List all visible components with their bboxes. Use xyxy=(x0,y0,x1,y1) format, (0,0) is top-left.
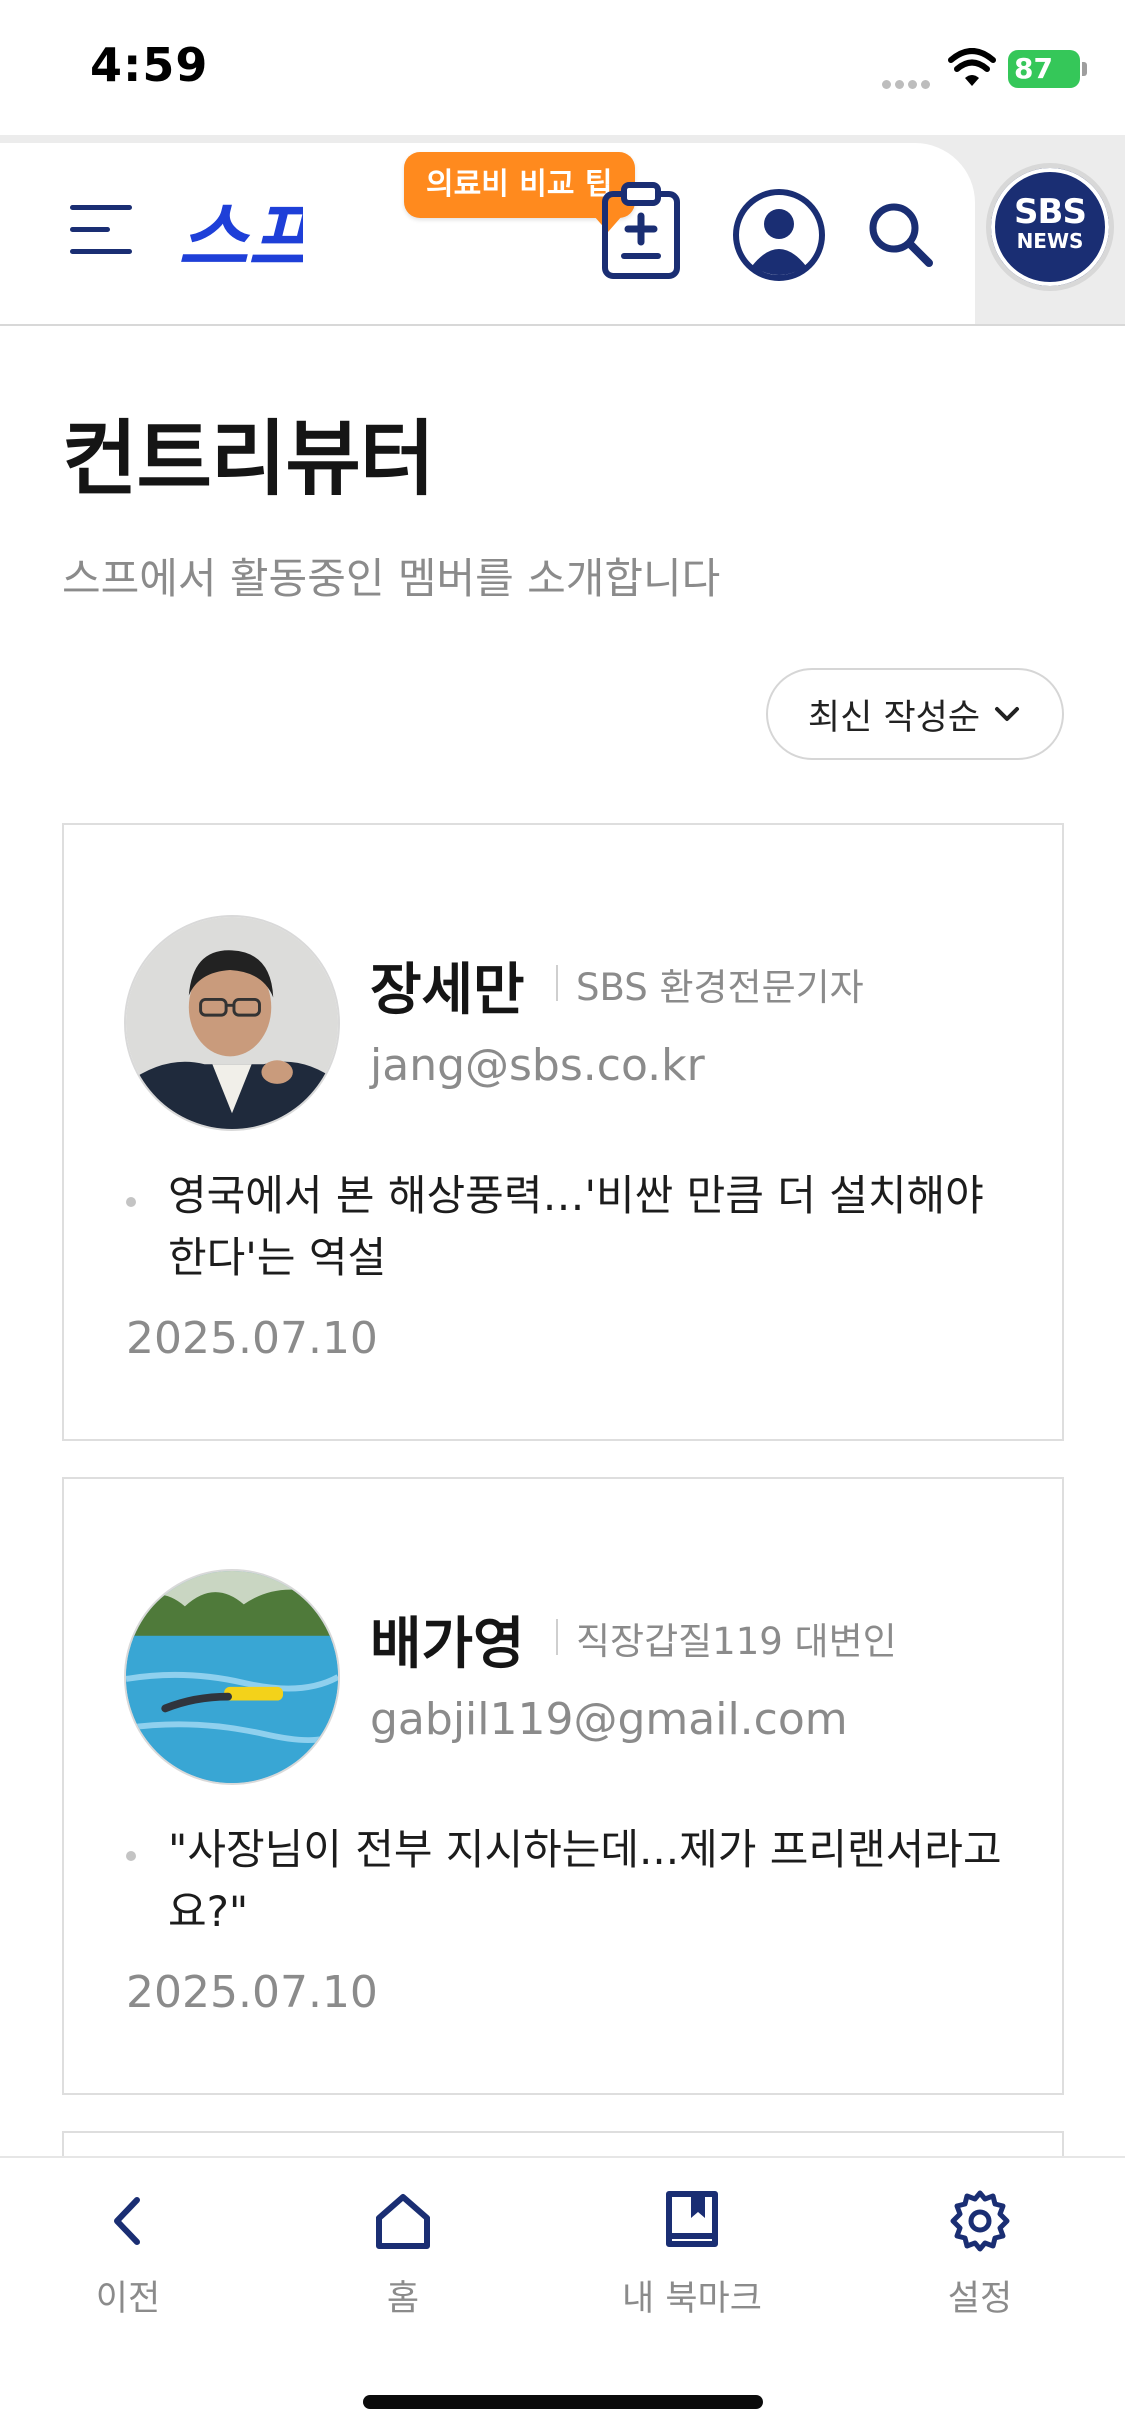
sbs-badge-subtitle: NEWS xyxy=(1016,229,1084,253)
bottom-navigation: 이전 홈 내 북마크 설정 xyxy=(0,2156,1125,2436)
chevron-left-icon xyxy=(114,2197,140,2245)
page-title: 컨트리뷰터 xyxy=(62,412,435,507)
clipboard-plus-icon[interactable] xyxy=(600,180,682,280)
article-link[interactable]: "사장님이 전부 지시하는데...제가 프리랜서라고요?" xyxy=(168,1819,1028,1943)
list-bullet xyxy=(126,1851,136,1861)
menu-icon[interactable] xyxy=(70,205,132,257)
nav-bookmark-label: 내 북마크 xyxy=(622,2279,762,2319)
wifi-icon xyxy=(948,48,996,86)
author-email: gabjil119@gmail.com xyxy=(370,1694,848,1745)
avatar xyxy=(124,915,340,1131)
author-name: 배가영 xyxy=(370,1612,525,1677)
page-subtitle: 스프에서 활동중인 멤버를 소개합니다 xyxy=(62,554,721,603)
profile-icon[interactable] xyxy=(732,188,826,282)
chevron-down-icon xyxy=(995,707,1020,721)
battery-level: 87 xyxy=(1014,52,1053,85)
seupeu-logo[interactable]: 스프 xyxy=(178,190,303,278)
author-role: 직장갑질119 대변인 xyxy=(576,1620,897,1663)
author-role: SBS 환경전문기자 xyxy=(576,966,864,1009)
battery-indicator: 87 xyxy=(1008,50,1080,88)
article-link[interactable]: 영국에서 본 해상풍력…'비싼 만큼 더 설치해야 한다'는 역설 xyxy=(168,1165,1028,1289)
nav-back-label: 이전 xyxy=(95,2279,161,2319)
bookmark-icon xyxy=(666,2191,718,2247)
contributor-card[interactable]: 장세만 SBS 환경전문기자 jang@sbs.co.kr 영국에서 본 해상풍… xyxy=(62,823,1064,1441)
status-time: 4:59 xyxy=(90,38,209,92)
nav-settings-label: 설정 xyxy=(947,2279,1013,2319)
home-icon xyxy=(376,2194,430,2249)
sbs-badge-title: SBS xyxy=(1014,192,1087,232)
name-role-divider xyxy=(556,1619,558,1655)
battery-tip xyxy=(1082,62,1087,76)
nav-home[interactable]: 홈 xyxy=(313,2188,493,2321)
status-bar: 4:59 87 xyxy=(0,0,1125,135)
home-indicator[interactable] xyxy=(363,2395,763,2409)
name-role-divider xyxy=(556,965,558,1001)
nav-settings[interactable]: 설정 xyxy=(890,2188,1070,2321)
article-date: 2025.07.10 xyxy=(126,1967,378,2018)
cellular-signal-icon xyxy=(882,74,934,93)
list-bullet xyxy=(126,1197,136,1207)
sbs-news-button[interactable]: SBS NEWS xyxy=(986,163,1114,291)
nav-bookmark[interactable]: 내 북마크 xyxy=(602,2188,782,2321)
author-name: 장세만 xyxy=(370,958,525,1023)
sort-label: 최신 작성순 xyxy=(807,697,981,738)
author-email: jang@sbs.co.kr xyxy=(370,1040,705,1091)
contributor-card[interactable]: 배가영 직장갑질119 대변인 gabjil119@gmail.com "사장님… xyxy=(62,1477,1064,2095)
sort-dropdown[interactable]: 최신 작성순 xyxy=(766,668,1064,760)
article-date: 2025.07.10 xyxy=(126,1313,378,1364)
search-icon[interactable] xyxy=(866,200,934,268)
gear-icon xyxy=(950,2190,1010,2252)
nav-home-label: 홈 xyxy=(386,2279,420,2319)
avatar xyxy=(124,1569,340,1785)
logo-text: 스프 xyxy=(178,193,303,278)
header-divider xyxy=(0,324,1125,326)
nav-back[interactable]: 이전 xyxy=(38,2188,218,2321)
